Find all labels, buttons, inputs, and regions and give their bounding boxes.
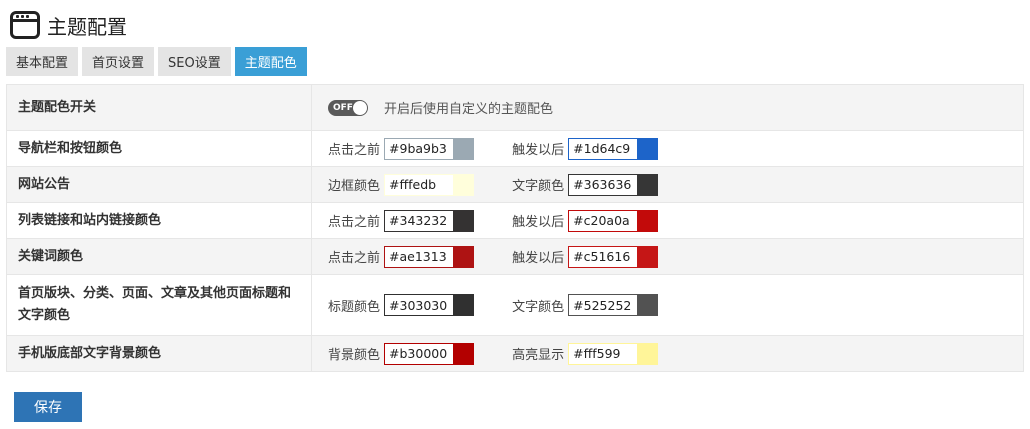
color-label: 点击之前 xyxy=(328,143,381,158)
row-controls: 点击之前 触发以后 xyxy=(311,202,1024,239)
color-input[interactable] xyxy=(568,173,639,196)
table-row: 导航栏和按钮颜色 点击之前 触发以后 xyxy=(6,130,1024,167)
color-swatch[interactable] xyxy=(638,137,659,160)
tab-theme-colors[interactable]: 主题配色 xyxy=(234,47,307,76)
color-pair: 高亮显示 xyxy=(512,342,692,365)
color-label: 边框颜色 xyxy=(328,179,381,194)
row-controls: 标题颜色 文字颜色 xyxy=(311,274,1024,336)
color-label: 点击之前 xyxy=(328,251,381,266)
color-pair: 点击之前 xyxy=(328,209,508,232)
color-label: 文字颜色 xyxy=(512,179,565,194)
row-label: 导航栏和按钮颜色 xyxy=(6,130,312,167)
toggle-knob xyxy=(353,100,367,115)
table-row: 手机版底部文字背景颜色 背景颜色 高亮显示 xyxy=(6,335,1024,372)
row-label: 网站公告 xyxy=(6,166,312,203)
theme-color-toggle[interactable]: OFF xyxy=(328,99,368,116)
color-input[interactable] xyxy=(568,342,639,365)
color-pair: 点击之前 xyxy=(328,245,508,268)
toggle-description: 开启后使用自定义的主题配色 xyxy=(384,102,554,117)
table-row: 首页版块、分类、页面、文章及其他页面标题和文字颜色 标题颜色 文字颜色 xyxy=(6,274,1024,336)
color-input[interactable] xyxy=(384,209,455,232)
table-row: 列表链接和站内链接颜色 点击之前 触发以后 xyxy=(6,202,1024,239)
color-swatch[interactable] xyxy=(638,294,659,316)
color-pair: 标题颜色 xyxy=(328,294,508,316)
color-label: 触发以后 xyxy=(512,143,565,158)
color-swatch[interactable] xyxy=(454,245,475,268)
color-input[interactable] xyxy=(568,209,639,232)
color-swatch[interactable] xyxy=(638,209,659,232)
color-input[interactable] xyxy=(384,245,455,268)
save-button[interactable]: 保存 xyxy=(14,392,82,422)
toggle-state-text: OFF xyxy=(333,102,353,113)
tab-bar: 基本配置 首页设置 SEO设置 主题配色 xyxy=(6,47,307,76)
color-swatch[interactable] xyxy=(454,173,475,196)
table-row: 关键词颜色 点击之前 触发以后 xyxy=(6,238,1024,275)
tab-home-settings[interactable]: 首页设置 xyxy=(82,47,155,76)
color-pair: 触发以后 xyxy=(512,137,692,160)
color-pair: 点击之前 xyxy=(328,137,508,160)
color-pair: 边框颜色 xyxy=(328,173,508,196)
settings-table: 主题配色开关 OFF 开启后使用自定义的主题配色 导航栏和按钮颜色 点击之前 触… xyxy=(6,84,1024,372)
row-controls: 边框颜色 文字颜色 xyxy=(311,166,1024,203)
color-input[interactable] xyxy=(384,173,455,196)
color-pair: 文字颜色 xyxy=(512,173,692,196)
color-input[interactable] xyxy=(384,342,455,365)
color-swatch[interactable] xyxy=(454,209,475,232)
table-row: 主题配色开关 OFF 开启后使用自定义的主题配色 xyxy=(6,84,1024,131)
color-swatch[interactable] xyxy=(454,294,475,316)
row-controls: 点击之前 触发以后 xyxy=(311,238,1024,275)
tab-basic-config[interactable]: 基本配置 xyxy=(6,47,79,76)
table-row: 网站公告 边框颜色 文字颜色 xyxy=(6,166,1024,203)
color-label: 标题颜色 xyxy=(328,299,381,315)
color-label: 点击之前 xyxy=(328,215,381,230)
row-label: 手机版底部文字背景颜色 xyxy=(6,335,312,372)
window-icon xyxy=(10,11,40,39)
color-pair: 文字颜色 xyxy=(512,294,692,316)
row-label: 主题配色开关 xyxy=(6,84,312,131)
row-controls: 点击之前 触发以后 xyxy=(311,130,1024,167)
row-label: 关键词颜色 xyxy=(6,238,312,275)
color-label: 触发以后 xyxy=(512,251,565,266)
row-label: 列表链接和站内链接颜色 xyxy=(6,202,312,239)
color-swatch[interactable] xyxy=(638,173,659,196)
color-swatch[interactable] xyxy=(638,342,659,365)
color-pair: 触发以后 xyxy=(512,245,692,268)
row-label: 首页版块、分类、页面、文章及其他页面标题和文字颜色 xyxy=(6,274,312,336)
color-input[interactable] xyxy=(384,137,455,160)
row-controls: 背景颜色 高亮显示 xyxy=(311,335,1024,372)
color-swatch[interactable] xyxy=(638,245,659,268)
color-input[interactable] xyxy=(568,245,639,268)
color-input[interactable] xyxy=(568,294,639,316)
page-header: 主题配置 xyxy=(10,10,127,40)
color-pair: 触发以后 xyxy=(512,209,692,232)
page-title: 主题配置 xyxy=(47,14,127,39)
color-swatch[interactable] xyxy=(454,342,475,365)
color-input[interactable] xyxy=(568,137,639,160)
color-label: 背景颜色 xyxy=(328,348,381,363)
color-label: 高亮显示 xyxy=(512,348,565,363)
row-controls: OFF 开启后使用自定义的主题配色 xyxy=(311,84,1024,131)
color-pair: 背景颜色 xyxy=(328,342,508,365)
color-label: 文字颜色 xyxy=(512,299,565,315)
color-label: 触发以后 xyxy=(512,215,565,230)
color-input[interactable] xyxy=(384,294,455,316)
tab-seo-settings[interactable]: SEO设置 xyxy=(158,47,231,76)
color-swatch[interactable] xyxy=(454,137,475,160)
